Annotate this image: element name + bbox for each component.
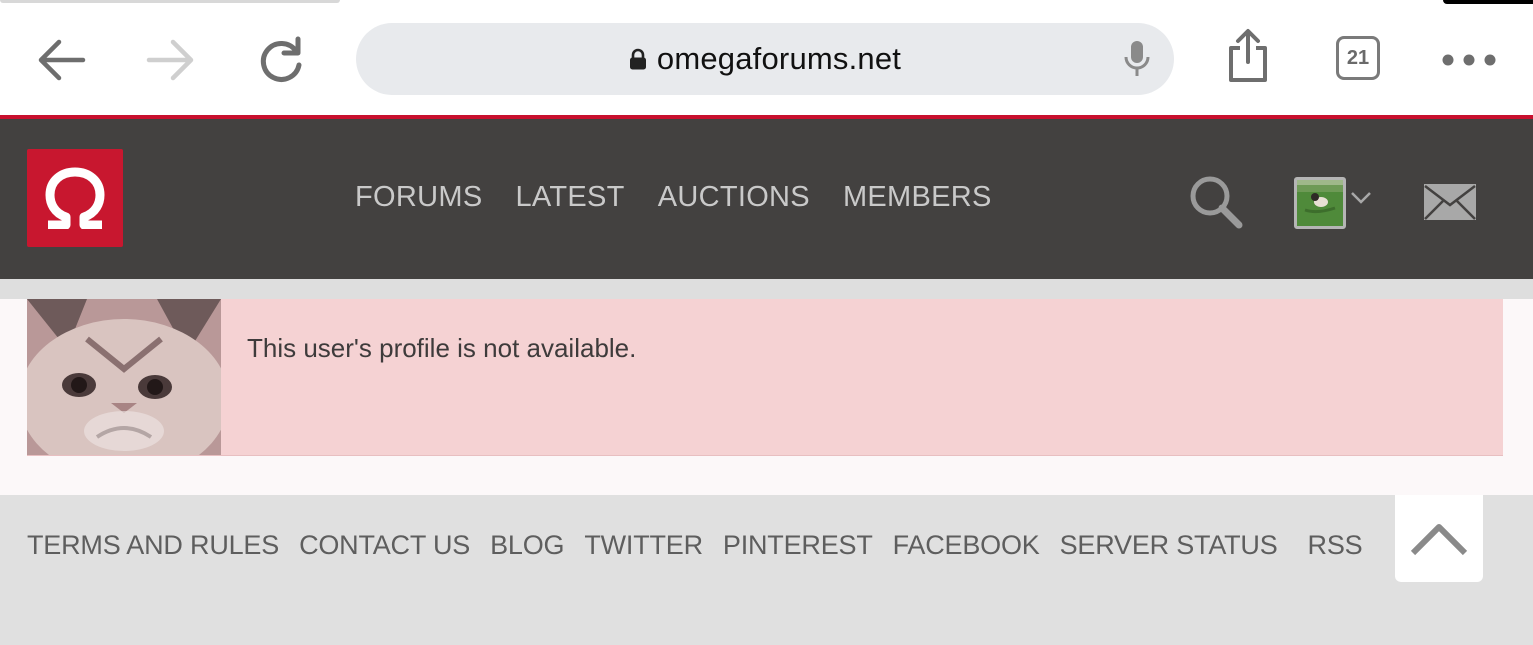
footer-link-pinterest[interactable]: PINTEREST [723,530,873,561]
nav-forums[interactable]: FORUMS [355,181,482,214]
error-message-text: This user's profile is not available. [247,333,637,363]
messages-button[interactable] [1423,183,1477,226]
profile-avatar [27,299,221,455]
more-button[interactable] [1439,30,1499,90]
footer-link-blog[interactable]: BLOG [490,530,564,561]
footer-link-facebook[interactable]: FACEBOOK [893,530,1040,561]
footer-link-contact[interactable]: CONTACT US [299,530,470,561]
chevron-up-icon [1410,523,1468,555]
search-icon [1190,176,1243,229]
back-to-top-button[interactable] [1395,495,1483,582]
search-button[interactable] [1188,174,1244,235]
footer-link-twitter[interactable]: TWITTER [584,530,703,561]
avatar-dog-image [1297,180,1343,226]
omega-logo-icon [45,167,105,229]
mail-icon [1424,184,1476,220]
status-sliver [0,0,1533,4]
reload-button[interactable] [251,30,311,90]
user-avatar[interactable] [1294,177,1346,229]
footer-links: TERMS AND RULES CONTACT US BLOG TWITTER … [27,530,1382,561]
microphone-icon[interactable] [1122,39,1152,79]
grumpy-cat-image [27,299,221,455]
footer-link-rss[interactable]: RSS [1308,530,1363,561]
more-icon [1442,54,1496,66]
forward-button[interactable] [141,30,201,90]
main-content: This user's profile is not available. [0,299,1533,495]
content-spacer [0,279,1533,299]
tabs-button[interactable]: 21 [1336,36,1380,80]
nav-members[interactable]: MEMBERS [843,181,992,214]
chevron-down-icon[interactable] [1350,191,1372,205]
main-navigation: FORUMS LATEST AUCTIONS MEMBERS [355,181,992,214]
site-footer: TERMS AND RULES CONTACT US BLOG TWITTER … [0,495,1533,645]
site-header: FORUMS LATEST AUCTIONS MEMBERS [0,119,1533,279]
forward-arrow-icon [146,39,194,81]
footer-link-server-status[interactable]: SERVER STATUS [1060,530,1278,561]
back-arrow-icon [38,39,86,81]
nav-latest[interactable]: LATEST [515,181,624,214]
share-icon [1229,29,1267,82]
lock-icon [629,48,646,70]
browser-toolbar: omegaforums.net 21 [0,0,1533,119]
address-bar[interactable]: omegaforums.net [356,23,1174,95]
site-logo[interactable] [27,149,123,247]
nav-auctions[interactable]: AUCTIONS [658,181,810,214]
url-text: omegaforums.net [656,41,902,76]
share-button[interactable] [1218,26,1278,86]
error-message-box: This user's profile is not available. [27,299,1503,456]
back-button[interactable] [31,30,91,90]
footer-link-terms[interactable]: TERMS AND RULES [27,530,279,561]
reload-icon [260,36,302,82]
